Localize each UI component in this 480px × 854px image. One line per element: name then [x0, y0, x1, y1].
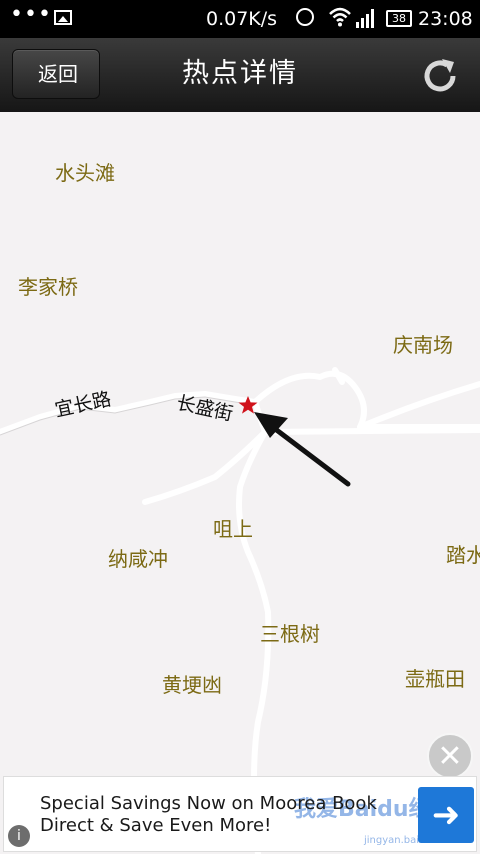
place-label: 咀上: [213, 517, 253, 541]
wifi-icon: [329, 7, 351, 27]
status-time: 23:08: [418, 8, 473, 30]
ad-banner[interactable]: 我爱Baidu经验 jingyan.baidu.com Special Savi…: [3, 776, 477, 852]
place-label: 李家桥: [18, 275, 78, 299]
place-label: 庆南场: [393, 333, 453, 357]
place-label: 三根树: [260, 622, 320, 646]
road-network: [0, 367, 480, 854]
battery-icon: 38: [386, 10, 412, 27]
place-label: 壶瓶田: [405, 667, 465, 691]
image-icon: [54, 10, 72, 25]
map-view[interactable]: 水头滩 李家桥 庆南场 咀上 纳咸冲 踏水 三根树 黄埂凼 壶瓶田 宜长路 长盛…: [0, 112, 480, 854]
ad-text-line2: Direct & Save Even More!: [40, 815, 272, 836]
close-ad-button[interactable]: ✕: [427, 733, 473, 779]
refresh-icon[interactable]: [420, 56, 460, 96]
ad-text-line1: Special Savings Now on Moorea Book: [40, 793, 377, 814]
arrow-right-icon: ➜: [431, 795, 461, 835]
ad-arrow-button[interactable]: ➜: [418, 787, 474, 843]
network-speed: 0.07K/s: [206, 8, 278, 30]
place-label: 踏水: [446, 543, 480, 567]
place-label: 纳咸冲: [108, 547, 168, 571]
place-label: 黄埂凼: [162, 673, 222, 697]
status-bar: ••• 0.07K/s 38 23:08: [0, 0, 480, 38]
notification-dots: •••: [10, 2, 52, 27]
place-label: 水头滩: [55, 161, 115, 185]
arrow-icon: [254, 412, 351, 487]
alarm-icon: [296, 8, 314, 26]
signal-icon: [356, 9, 374, 28]
back-button[interactable]: 返回: [12, 49, 100, 99]
title-bar: 热点详情 返回: [0, 38, 480, 113]
info-icon[interactable]: i: [8, 825, 30, 847]
close-icon: ✕: [437, 739, 463, 774]
